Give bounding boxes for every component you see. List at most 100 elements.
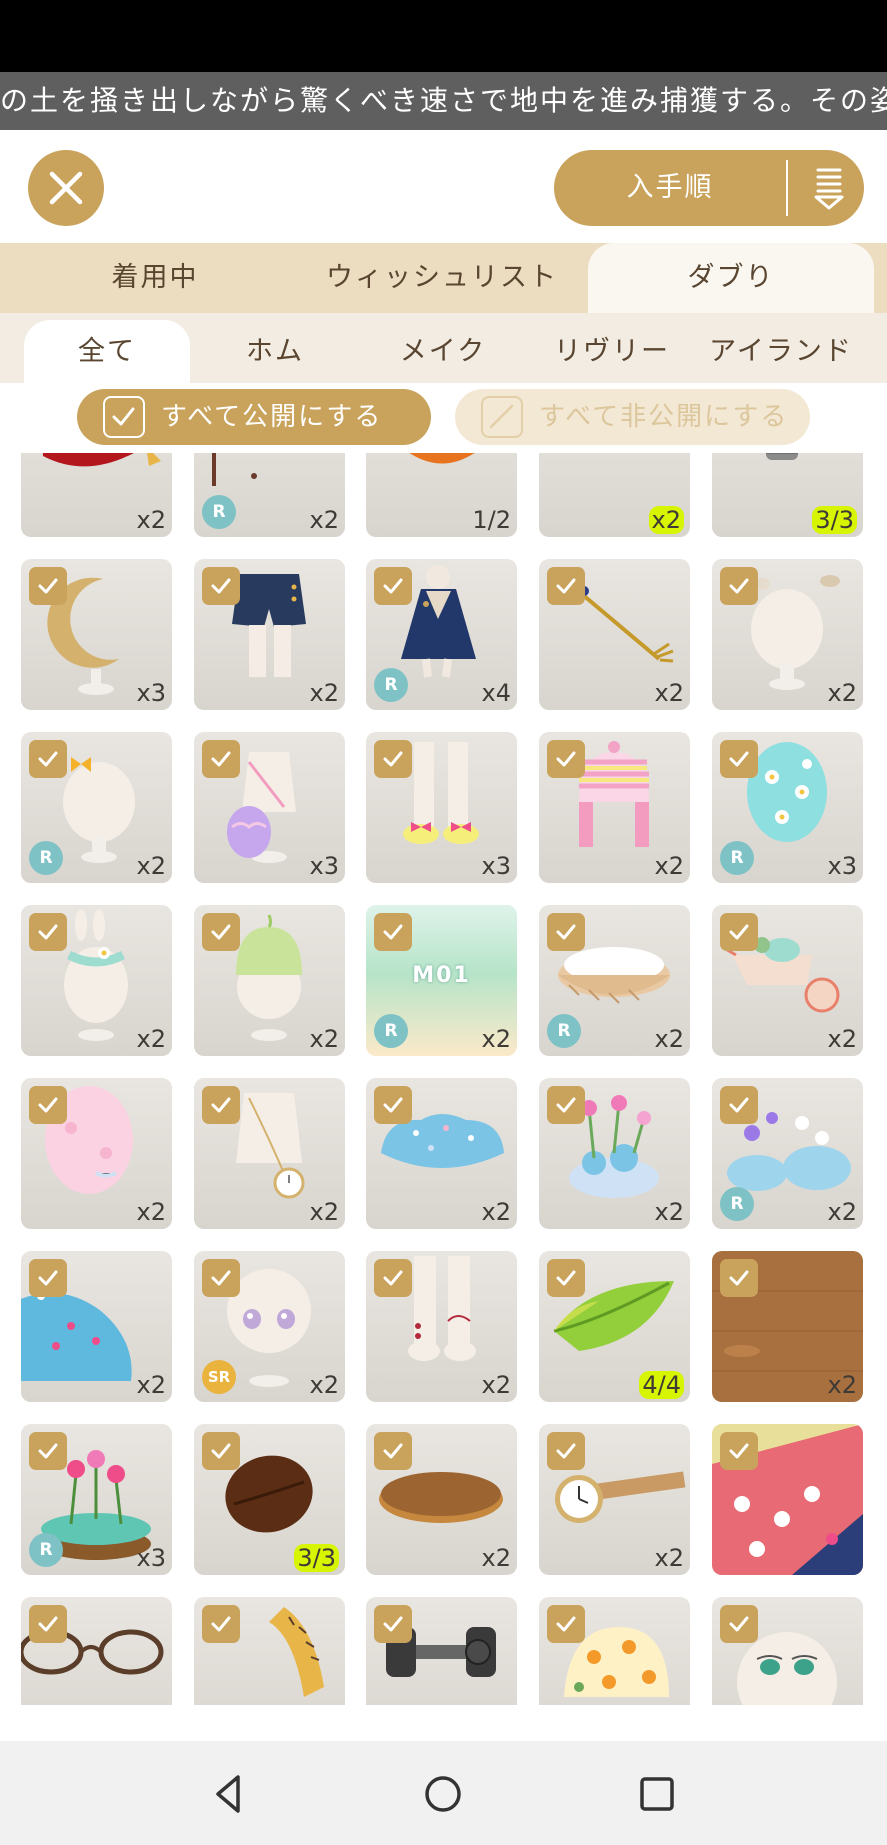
item-tile-wood-floor[interactable]: x2 <box>712 1251 863 1402</box>
item-tile-basket[interactable]: Rx2 <box>539 905 690 1056</box>
item-tile-orange-cap[interactable] <box>539 1597 690 1705</box>
item-tile-egg-bag[interactable]: x3 <box>194 732 345 883</box>
card-title: M01 <box>412 963 471 988</box>
item-tile-hair-clips[interactable]: x2 <box>712 559 863 710</box>
item-tile-striped-hat[interactable]: x2 <box>539 732 690 883</box>
public-checkbox[interactable] <box>202 567 240 605</box>
make-all-public-label: すべて公開にする <box>161 402 383 432</box>
public-checkbox[interactable] <box>202 1432 240 1470</box>
item-tile-flower-rock[interactable]: x2 <box>539 1078 690 1229</box>
public-checkbox[interactable] <box>29 1605 67 1643</box>
item-tile-music-card[interactable]: M01 Rx2 <box>366 905 517 1056</box>
item-tile-navy-shorts[interactable]: x2 <box>194 559 345 710</box>
item-tile-light-bulb[interactable]: 3/3 <box>712 453 863 537</box>
item-tile-bow-socks[interactable]: x3 <box>366 732 517 883</box>
tab-hom[interactable]: ホム <box>192 320 358 383</box>
item-count: x2 <box>309 1371 339 1399</box>
public-checkbox[interactable] <box>547 1432 585 1470</box>
check-icon <box>211 1443 231 1459</box>
item-tile-dumbbell[interactable] <box>366 1597 517 1705</box>
make-all-private-button[interactable]: すべて非公開にする <box>455 389 810 445</box>
item-tile-coffee-bean[interactable]: 3/3 <box>194 1424 345 1575</box>
tab-livly[interactable]: リヴリー <box>528 320 696 383</box>
check-icon <box>729 1270 749 1286</box>
public-checkbox[interactable] <box>720 567 758 605</box>
home-icon[interactable] <box>420 1771 466 1817</box>
public-checkbox[interactable] <box>29 1086 67 1124</box>
item-tile-blue-hill[interactable]: x2 <box>21 1251 172 1402</box>
public-checkbox[interactable] <box>547 1605 585 1643</box>
item-tile-gold-coins[interactable]: x2 <box>539 453 690 537</box>
public-checkbox[interactable] <box>374 1086 412 1124</box>
public-checkbox[interactable] <box>29 567 67 605</box>
item-tile-pink-egg[interactable]: x2 <box>21 1078 172 1229</box>
item-tile-white-boots[interactable]: x2 <box>366 1251 517 1402</box>
public-checkbox[interactable] <box>202 1259 240 1297</box>
item-tile-wheelbarrow[interactable]: x2 <box>712 905 863 1056</box>
public-checkbox[interactable] <box>202 740 240 778</box>
public-checkbox[interactable] <box>29 1259 67 1297</box>
check-icon <box>38 1097 58 1113</box>
public-checkbox[interactable] <box>29 913 67 951</box>
item-tile-tape-measure[interactable] <box>194 1597 345 1705</box>
check-icon <box>556 1616 576 1632</box>
item-tile-floral-wallpaper[interactable] <box>712 1424 863 1575</box>
public-checkbox[interactable] <box>374 1605 412 1643</box>
item-tile-hair-bow[interactable]: Rx2 <box>21 732 172 883</box>
make-all-public-button[interactable]: すべて公開にする <box>77 389 431 445</box>
item-tile-star-wand[interactable]: x2 <box>539 559 690 710</box>
item-tile-flower-dome[interactable]: Rx3 <box>21 1424 172 1575</box>
public-checkbox[interactable] <box>202 1605 240 1643</box>
public-checkbox[interactable] <box>374 740 412 778</box>
make-all-private-label: すべて非公開にする <box>539 402 789 432</box>
tab-duplicates[interactable]: ダブり <box>588 243 874 313</box>
public-checkbox[interactable] <box>374 1259 412 1297</box>
public-checkbox[interactable] <box>374 913 412 951</box>
public-checkbox[interactable] <box>720 1432 758 1470</box>
public-checkbox[interactable] <box>720 913 758 951</box>
item-tile-wrist-watch[interactable]: x2 <box>539 1424 690 1575</box>
public-checkbox[interactable] <box>547 740 585 778</box>
public-checkbox[interactable] <box>202 913 240 951</box>
rarity-badge: R <box>374 668 408 702</box>
public-checkbox[interactable] <box>720 740 758 778</box>
close-button[interactable] <box>28 150 104 226</box>
item-tile-crescent-moon[interactable]: x3 <box>21 559 172 710</box>
item-tile-blue-bush[interactable]: x2 <box>366 1078 517 1229</box>
public-checkbox[interactable] <box>29 740 67 778</box>
item-tile-wood-disc[interactable]: x2 <box>366 1424 517 1575</box>
tab-wishlist[interactable]: ウィッシュリスト <box>306 243 578 313</box>
public-checkbox[interactable] <box>720 1605 758 1643</box>
public-checkbox[interactable] <box>720 1259 758 1297</box>
public-checkbox[interactable] <box>720 1086 758 1124</box>
item-tile-leaf[interactable]: 4/4 <box>539 1251 690 1402</box>
back-icon[interactable] <box>206 1771 252 1817</box>
tab-all[interactable]: 全て <box>24 320 190 383</box>
item-tile-green-hair[interactable]: x2 <box>194 905 345 1056</box>
public-checkbox[interactable] <box>547 1259 585 1297</box>
tab-wearing[interactable]: 着用中 <box>30 243 280 313</box>
tab-island[interactable]: アイランド <box>698 320 864 383</box>
recents-icon[interactable] <box>634 1771 680 1817</box>
item-tile-glasses[interactable] <box>21 1597 172 1705</box>
item-count: x3 <box>136 1544 166 1572</box>
public-checkbox[interactable] <box>29 1432 67 1470</box>
public-checkbox[interactable] <box>374 1432 412 1470</box>
public-checkbox[interactable] <box>374 567 412 605</box>
public-checkbox[interactable] <box>547 567 585 605</box>
tab-make[interactable]: メイク <box>360 320 526 383</box>
item-tile-blue-dress[interactable]: Rx4 <box>366 559 517 710</box>
item-tile-bunny-collar[interactable]: x2 <box>21 905 172 1056</box>
item-tile-eyes[interactable]: SR x2 <box>194 1251 345 1402</box>
item-tile-red-cushion[interactable]: x2 <box>21 453 172 537</box>
public-checkbox[interactable] <box>547 1086 585 1124</box>
item-tile-flower-egg[interactable]: Rx3 <box>712 732 863 883</box>
item-tile-face-eyes[interactable] <box>712 1597 863 1705</box>
item-tile-pocket-watch[interactable]: x2 <box>194 1078 345 1229</box>
item-tile-crown-lamp[interactable]: 1/2 <box>366 453 517 537</box>
public-checkbox[interactable] <box>547 913 585 951</box>
public-checkbox[interactable] <box>202 1086 240 1124</box>
item-tile-potion-stand[interactable]: Rx2 <box>194 453 345 537</box>
sort-button[interactable]: 入手順 <box>554 150 864 226</box>
item-tile-flower-rocks[interactable]: Rx2 <box>712 1078 863 1229</box>
